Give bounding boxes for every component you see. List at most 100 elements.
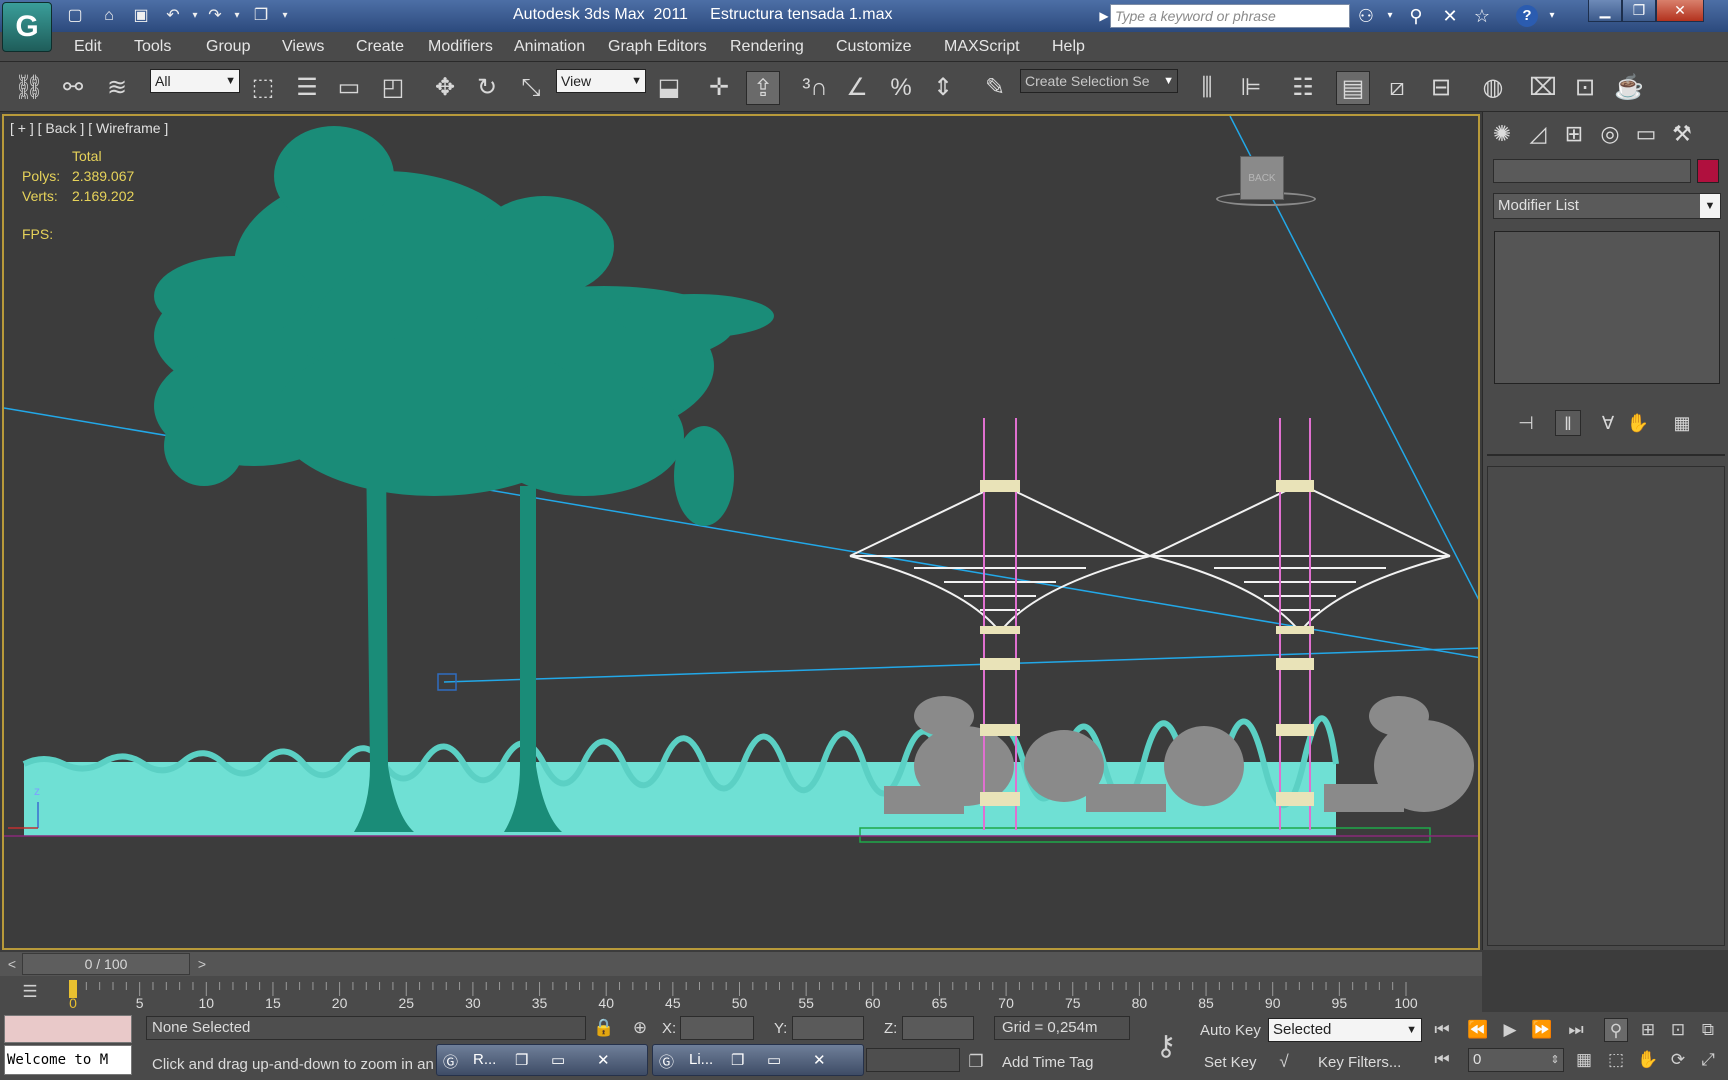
hierarchy-tab-icon[interactable]: ⊞ xyxy=(1557,118,1591,150)
key-filters-button[interactable]: Key Filters... xyxy=(1318,1054,1401,1071)
time-slider-thumb[interactable]: 0 / 100 xyxy=(22,953,190,975)
redo-icon[interactable]: ↷ xyxy=(204,5,226,27)
bind-to-space-warp-icon[interactable]: ≋ xyxy=(100,71,134,105)
frame-spinner-icon[interactable]: ⇕ xyxy=(1548,1048,1562,1072)
open-file-icon[interactable]: ⌂ xyxy=(98,5,120,27)
viewport-label[interactable]: [ + ] [ Back ] [ Wireframe ] xyxy=(10,120,168,136)
zoom-extents-all-icon[interactable]: ⧉ xyxy=(1696,1018,1720,1042)
set-keys-key-icon[interactable]: ⚷ xyxy=(1146,1026,1186,1066)
app-logo-button[interactable]: G xyxy=(2,2,52,52)
pin-stack-icon[interactable]: ⊣ xyxy=(1513,410,1539,436)
taskbar-close-icon[interactable]: ✕ xyxy=(813,1051,826,1069)
zoom-icon[interactable]: ⚲ xyxy=(1604,1018,1628,1042)
menu-create[interactable]: Create xyxy=(356,38,404,56)
reference-coordinate-select[interactable]: View ▼ xyxy=(556,69,646,93)
taskbar-restore-icon[interactable]: ❐ xyxy=(515,1051,528,1069)
align-icon[interactable]: ⊫ xyxy=(1234,71,1268,105)
mirror-icon[interactable]: ⫼ xyxy=(1190,71,1224,105)
layer-manager-icon[interactable]: ☷ xyxy=(1286,71,1320,105)
make-unique-icon[interactable]: ∀ xyxy=(1595,410,1621,436)
close-button[interactable]: ✕ xyxy=(1656,0,1704,22)
configure-modifier-sets-icon[interactable]: ▦ xyxy=(1669,410,1695,436)
graphite-modeling-tools-icon[interactable]: ▤ xyxy=(1336,71,1370,105)
undo-dropdown-icon[interactable]: ▾ xyxy=(184,5,206,27)
orbit-icon[interactable]: ⟳ xyxy=(1666,1048,1690,1072)
menu-group[interactable]: Group xyxy=(206,38,250,56)
go-to-end-icon[interactable]: ⏭ xyxy=(1564,1018,1588,1042)
snaps-toggle-icon[interactable]: ³∩ xyxy=(798,71,832,105)
time-slider-next-icon[interactable]: > xyxy=(192,954,212,974)
binoculars-dropdown-icon[interactable]: ▾ xyxy=(1378,5,1402,27)
taskbar-render-window-button[interactable]: Ⓖ R... ❐ ▭ ✕ xyxy=(436,1044,648,1076)
taskbar-listener-button[interactable]: Ⓖ Li... ❐ ▭ ✕ xyxy=(652,1044,864,1076)
menu-help[interactable]: Help xyxy=(1052,38,1085,56)
select-and-rotate-icon[interactable]: ↻ xyxy=(470,71,504,105)
minimize-button[interactable]: ▁ xyxy=(1588,0,1622,22)
render-production-icon[interactable]: ☕ xyxy=(1612,71,1646,105)
select-object-icon[interactable]: ⬚ xyxy=(246,71,280,105)
object-name-field[interactable] xyxy=(1493,159,1691,183)
help-icon[interactable]: ? xyxy=(1516,5,1538,27)
next-frame-icon[interactable]: ⏩ xyxy=(1530,1018,1554,1042)
object-color-swatch[interactable] xyxy=(1697,159,1719,183)
selection-lock-icon[interactable]: 🔒 xyxy=(592,1016,616,1040)
viewcube[interactable]: BACK xyxy=(1240,156,1284,200)
selection-filter-select[interactable]: All ▼ xyxy=(150,69,240,93)
time-slider[interactable]: < 0 / 100 > xyxy=(0,952,1482,976)
communication-center-icon[interactable]: ✕ xyxy=(1438,5,1462,27)
menu-edit[interactable]: Edit xyxy=(74,38,102,56)
viewport-back[interactable]: [ + ] [ Back ] [ Wireframe ] Total Polys… xyxy=(2,114,1480,950)
unlink-selection-icon[interactable]: ⚯ xyxy=(56,71,90,105)
zoom-all-icon[interactable]: ⊞ xyxy=(1636,1018,1660,1042)
schematic-view-icon[interactable]: ⊟ xyxy=(1424,71,1458,105)
field-of-view-icon[interactable]: ⬚ xyxy=(1604,1048,1628,1072)
x-coordinate-field[interactable] xyxy=(680,1016,754,1040)
menu-maxscript[interactable]: MAXScript xyxy=(944,38,1020,56)
window-crossing-icon[interactable]: ◰ xyxy=(376,71,410,105)
menu-customize[interactable]: Customize xyxy=(836,38,912,56)
create-tab-icon[interactable]: ✺ xyxy=(1485,118,1519,150)
taskbar-restore-icon[interactable]: ❐ xyxy=(731,1051,744,1069)
keyboard-shortcut-override-icon[interactable]: ⇪ xyxy=(746,71,780,105)
modifier-list-select[interactable]: Modifier List ▼ xyxy=(1493,193,1721,219)
save-file-icon[interactable]: ▣ xyxy=(130,5,152,27)
select-and-link-icon[interactable]: ⛓ xyxy=(12,71,46,105)
key-mode-toggle-icon[interactable]: ⏮ xyxy=(1430,1048,1454,1072)
edit-named-selection-icon[interactable]: ✎ xyxy=(978,71,1012,105)
time-slider-prev-icon[interactable]: < xyxy=(2,954,22,974)
taskbar-close-icon[interactable]: ✕ xyxy=(597,1051,610,1069)
search-input[interactable]: Type a keyword or phrase xyxy=(1110,4,1350,28)
select-and-move-icon[interactable]: ✥ xyxy=(428,71,462,105)
maximize-viewport-icon[interactable]: ⤢ xyxy=(1696,1048,1720,1072)
binoculars-icon[interactable]: ⚇ xyxy=(1354,5,1378,27)
help-dropdown-icon[interactable]: ▾ xyxy=(1540,5,1564,27)
restore-button[interactable]: ❐ xyxy=(1622,0,1656,22)
curve-editor-icon[interactable]: ⧄ xyxy=(1380,71,1414,105)
zoom-extents-icon[interactable]: ⊡ xyxy=(1666,1018,1690,1042)
track-bar[interactable]: ☰ 0 5 10 15 20 25 30 35 40 45 50 55 60 65 70 75 80 85 90 95… xyxy=(0,976,1482,1012)
render-setup-icon[interactable]: ⌧ xyxy=(1526,71,1560,105)
favorites-star-icon[interactable]: ☆ xyxy=(1470,5,1494,27)
menu-tools[interactable]: Tools xyxy=(134,38,171,56)
remove-modifier-icon[interactable]: ✋ xyxy=(1625,410,1651,436)
quick-access-dropdown-icon[interactable]: ▾ xyxy=(274,5,296,27)
display-tab-icon[interactable]: ▭ xyxy=(1629,118,1663,150)
add-time-tag-icon[interactable]: ❐ xyxy=(964,1050,988,1074)
maxscript-mini-listener[interactable]: Welcome to M xyxy=(4,1045,132,1075)
go-to-start-icon[interactable]: ⏮ xyxy=(1430,1018,1454,1042)
modify-tab-icon[interactable]: ◿ xyxy=(1521,118,1555,150)
use-pivot-center-icon[interactable]: ⬓ xyxy=(652,71,686,105)
key-mode-select[interactable]: Selected ▼ xyxy=(1268,1018,1422,1042)
angle-snap-icon[interactable]: ∠ xyxy=(840,71,874,105)
menu-modifiers[interactable]: Modifiers xyxy=(428,38,493,56)
menu-graph-editors[interactable]: Graph Editors xyxy=(608,38,707,56)
rectangular-selection-icon[interactable]: ▭ xyxy=(332,71,366,105)
subscription-center-icon[interactable]: ⚲ xyxy=(1404,5,1428,27)
project-folder-icon[interactable]: ❐ xyxy=(250,5,272,27)
taskbar-maximize-icon[interactable]: ▭ xyxy=(767,1051,781,1069)
time-configuration-icon[interactable]: ▦ xyxy=(1572,1048,1596,1072)
previous-frame-icon[interactable]: ⏪ xyxy=(1466,1018,1490,1042)
maxscript-listener-output[interactable] xyxy=(4,1015,132,1043)
pan-view-icon[interactable]: ✋ xyxy=(1636,1048,1660,1072)
modifier-stack[interactable] xyxy=(1494,231,1720,384)
